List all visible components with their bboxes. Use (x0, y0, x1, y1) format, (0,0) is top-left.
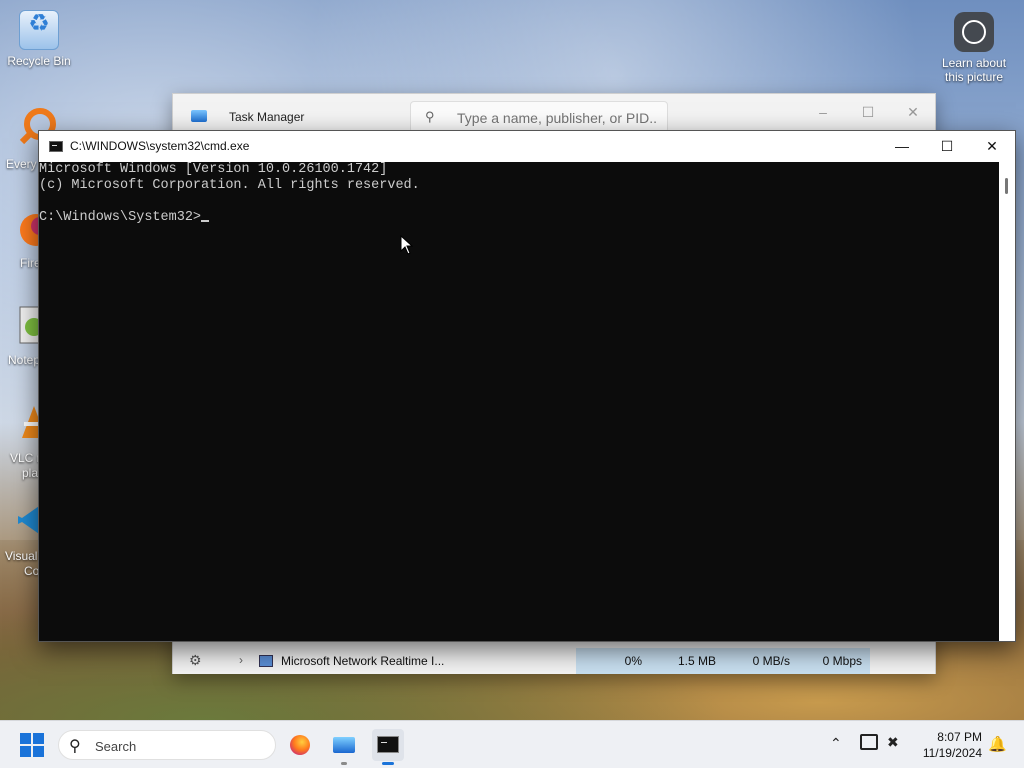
taskbar-app-cmd[interactable] (372, 729, 404, 765)
desktop-icon-label: Recycle Bin (7, 54, 71, 68)
camera-icon (954, 12, 994, 52)
search-icon: ⚲ (69, 738, 81, 755)
scrollbar-thumb[interactable] (1005, 178, 1008, 194)
cmd-titlebar[interactable]: C:\WINDOWS\system32\cmd.exe — ☐ ✕ (39, 131, 1015, 162)
task-manager-app-icon (191, 110, 207, 122)
desktop-icon-label: Notep (8, 353, 41, 367)
clock-date: 11/19/2024 (922, 746, 982, 760)
windows-logo-pane (33, 746, 44, 757)
console-prompt: C:\Windows\System32> (39, 210, 202, 225)
close-button[interactable]: ✕ (969, 131, 1015, 162)
taskbar: ⚲ Search ⌃ ✖ 8:07 PM 11/19/2024 🔔 (0, 720, 1024, 768)
firefox-icon (290, 735, 310, 755)
terminal-icon (377, 736, 399, 753)
maximize-button[interactable]: ☐ (924, 131, 970, 162)
desktop-icon-label: Every (6, 157, 37, 171)
task-manager-titlebar[interactable]: Task Manager ⚲ – ☐ ✕ (173, 94, 935, 134)
taskbar-search-box[interactable]: ⚲ Search (58, 730, 276, 760)
desktop-icon-label-line2: this picture (944, 70, 1004, 84)
running-indicator (341, 762, 347, 765)
start-button[interactable] (20, 733, 44, 757)
desktop-icon-label-line1: Learn about (941, 56, 1007, 70)
memory-value: 1.5 MB (677, 654, 716, 668)
windows-logo-pane (20, 746, 31, 757)
process-row[interactable]: ⚙ › Microsoft Network Realtime I... 0% 1… (173, 648, 935, 674)
show-hidden-icons-chevron-icon[interactable]: ⌃ (830, 735, 842, 752)
clock[interactable]: 8:07 PM 11/19/2024 (906, 729, 982, 761)
cmd-window[interactable]: C:\WINDOWS\system32\cmd.exe — ☐ ✕ Micros… (38, 130, 1016, 642)
maximize-button[interactable]: ☐ (856, 100, 880, 124)
desktop-icon-learn-about-picture[interactable]: Learn about this picture (938, 12, 1010, 84)
clock-time: 8:07 PM (937, 730, 982, 744)
task-manager-title: Task Manager (229, 110, 305, 124)
task-manager-search-box[interactable]: ⚲ (410, 101, 668, 133)
network-value: 0 Mbps (822, 654, 862, 668)
windows-logo-icon (20, 733, 31, 744)
desktop-icon-recycle-bin[interactable]: Recycle Bin (3, 10, 75, 68)
settings-gear-icon[interactable]: ⚙ (189, 652, 205, 668)
text-cursor (201, 220, 210, 222)
console-prompt-line[interactable]: C:\Windows\System32> (39, 210, 999, 226)
taskbar-app-task-manager[interactable] (328, 729, 360, 765)
search-icon: ⚲ (425, 109, 435, 124)
console-line: Microsoft Windows [Version 10.0.26100.17… (39, 162, 388, 177)
desktop-icon-label-line1: Visual (5, 549, 38, 563)
taskbar-search-label: Search (95, 739, 137, 754)
process-name: Microsoft Network Realtime I... (281, 654, 445, 668)
active-indicator (382, 762, 394, 765)
process-metrics: 0% 1.5 MB 0 MB/s 0 Mbps (576, 648, 870, 674)
recycle-bin-icon (19, 10, 59, 50)
cmd-app-icon (49, 141, 63, 152)
process-icon (259, 655, 273, 667)
minimize-button[interactable]: — (879, 131, 925, 162)
cmd-console-output[interactable]: Microsoft Windows [Version 10.0.26100.17… (39, 162, 999, 641)
windows-logo-pane (33, 733, 44, 744)
vertical-scrollbar[interactable] (999, 162, 1015, 641)
cmd-title: C:\WINDOWS\system32\cmd.exe (70, 139, 250, 153)
volume-muted-icon[interactable]: ✖ (887, 734, 899, 751)
cpu-value: 0% (624, 654, 642, 668)
close-button[interactable]: ✕ (901, 100, 925, 124)
network-icon[interactable] (860, 734, 878, 750)
desktop-icon-label-line2: pla (22, 466, 39, 480)
taskbar-app-firefox[interactable] (284, 729, 316, 761)
notifications-bell-icon[interactable]: 🔔 (988, 735, 1007, 753)
console-line: (c) Microsoft Corporation. All rights re… (39, 178, 420, 193)
task-manager-search-input[interactable] (457, 108, 657, 128)
expand-chevron-icon[interactable]: › (239, 653, 243, 667)
disk-value: 0 MB/s (752, 654, 790, 668)
minimize-button[interactable]: – (811, 100, 835, 124)
mouse-pointer-icon (400, 235, 414, 255)
task-manager-icon (333, 737, 355, 753)
